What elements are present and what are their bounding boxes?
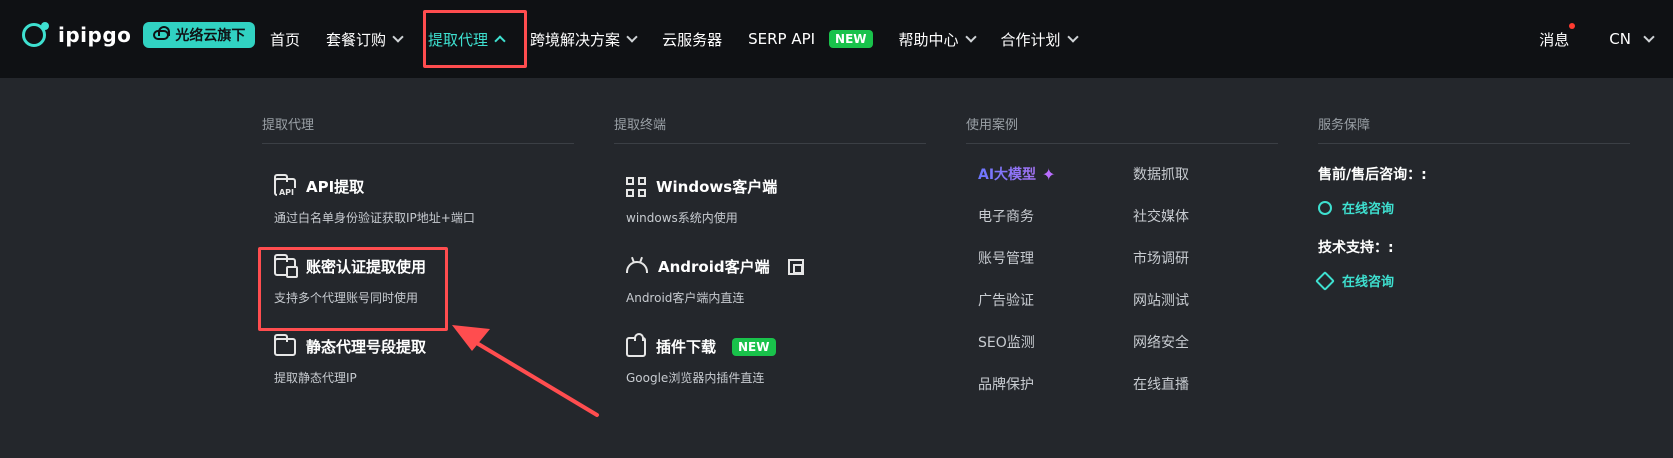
presales-consult-link[interactable]: 在线咨询 xyxy=(1318,198,1630,217)
use-case-ecommerce[interactable]: 电子商务 xyxy=(978,206,1133,226)
main-nav: 首页 套餐订购 提取代理 跨境解决方案 云服务器 SERP API NEW 帮助… xyxy=(270,0,1103,78)
use-case-ad-verify[interactable]: 广告验证 xyxy=(978,290,1133,310)
menu-col-support: 服务保障 售前/售后咨询：: 在线咨询 技术支持：: 在线咨询 xyxy=(1315,114,1630,291)
chevron-down-icon xyxy=(964,31,977,43)
item-title: Android客户端 xyxy=(658,258,770,276)
item-desc: windows系统内使用 xyxy=(626,211,738,225)
nav-serp-api-label: SERP API xyxy=(748,30,816,48)
menu-item-api-extract[interactable]: API API提取 通过白名单身份验证获取IP地址+端口 xyxy=(262,173,574,226)
nav-home[interactable]: 首页 xyxy=(270,0,300,78)
nav-partner-plan[interactable]: 合作计划 xyxy=(1000,0,1079,78)
highlight-box-nav xyxy=(423,10,527,68)
use-case-seo[interactable]: SEO监测 xyxy=(978,332,1133,352)
item-title-row: API API提取 xyxy=(274,173,574,197)
use-case-label: AI大模型 xyxy=(978,167,1037,183)
language-selector[interactable]: CN xyxy=(1609,30,1655,48)
nav-cross-border[interactable]: 跨境解决方案 xyxy=(530,0,638,78)
folder-static-icon xyxy=(274,333,296,356)
logo-circle-icon xyxy=(22,22,49,47)
brand-logo[interactable]: ipipgo 光络云旗下 xyxy=(22,22,256,48)
tech-consult-link[interactable]: 在线咨询 xyxy=(1315,270,1630,291)
nav-plans-label: 套餐订购 xyxy=(326,30,387,49)
nav-home-label: 首页 xyxy=(270,30,301,49)
item-desc: Android客户端内直连 xyxy=(626,291,745,305)
item-title-row: Android客户端 xyxy=(626,256,926,277)
menu-item-windows-client[interactable]: Windows客户端 windows系统内使用 xyxy=(614,176,926,226)
item-title: 静态代理号段提取 xyxy=(306,338,427,356)
col-title: 使用案例 xyxy=(966,114,1278,144)
android-icon xyxy=(626,260,648,273)
chevron-down-icon xyxy=(626,31,638,43)
cloud-icon xyxy=(153,26,171,40)
tech-label: 技术支持：: xyxy=(1318,240,1394,256)
item-title: 插件下载 xyxy=(656,338,717,356)
nav-cloud-server[interactable]: 云服务器 xyxy=(662,0,722,78)
highlight-box-account-auth xyxy=(258,247,448,331)
use-case-live[interactable]: 在线直播 xyxy=(1133,374,1288,394)
messages-link[interactable]: 消息 xyxy=(1539,22,1576,50)
col-title: 提取代理 xyxy=(262,114,574,144)
use-case-ai[interactable]: AI大模型 ✦ xyxy=(978,164,1133,184)
item-title-row: Windows客户端 xyxy=(626,176,926,197)
messages-label: 消息 xyxy=(1539,30,1570,49)
plugin-icon xyxy=(626,332,646,357)
menu-item-android-client[interactable]: Android客户端 Android客户端内直连 xyxy=(614,256,926,306)
nav-right: 消息 CN xyxy=(1539,0,1655,78)
tech-link-text: 在线咨询 xyxy=(1342,275,1395,290)
chevron-down-icon xyxy=(392,31,404,43)
chevron-down-icon xyxy=(1643,31,1655,43)
presales-label: 售前/售后咨询：: xyxy=(1318,167,1427,183)
col-title: 提取终端 xyxy=(614,114,926,144)
brand-badge: 光络云旗下 xyxy=(143,22,256,48)
new-badge: NEW xyxy=(732,337,776,356)
presales-link-text: 在线咨询 xyxy=(1342,202,1395,217)
folder-api-icon: API xyxy=(274,173,296,197)
notification-dot-icon xyxy=(1569,22,1576,29)
menu-col-terminals: 提取终端 Windows客户端 windows系统内使用 Android客户端 … xyxy=(614,114,926,386)
windows-icon xyxy=(626,176,646,197)
top-nav-bar: ipipgo 光络云旗下 首页 套餐订购 提取代理 跨境解决方案 云服务器 SE… xyxy=(0,0,1673,78)
menu-col-use-cases: 使用案例 AI大模型 ✦ 数据抓取 电子商务 社交媒体 账号管理 市场调研 广告… xyxy=(966,114,1278,394)
item-title-row: 插件下载 NEW xyxy=(626,332,926,357)
use-case-security[interactable]: 网络安全 xyxy=(1133,332,1288,352)
new-badge: NEW xyxy=(829,30,873,48)
logo-mark: ipipgo xyxy=(22,22,132,47)
brand-badge-text: 光络云旗下 xyxy=(175,28,246,44)
menu-item-static-proxy[interactable]: 静态代理号段提取 提取静态代理IP xyxy=(262,333,574,386)
nav-cloud-server-label: 云服务器 xyxy=(662,30,723,49)
use-case-social[interactable]: 社交媒体 xyxy=(1133,206,1288,226)
item-title: API提取 xyxy=(306,178,365,196)
menu-item-plugin-download[interactable]: 插件下载 NEW Google浏览器内插件直连 xyxy=(614,332,926,386)
col-title: 服务保障 xyxy=(1318,114,1630,144)
chevron-down-icon xyxy=(1066,31,1079,43)
item-desc: 提取静态代理IP xyxy=(274,371,357,385)
use-case-market-research[interactable]: 市场调研 xyxy=(1133,248,1288,268)
item-title-row: 静态代理号段提取 xyxy=(274,333,574,357)
logo-text: ipipgo xyxy=(58,23,132,47)
nav-help-center[interactable]: 帮助中心 xyxy=(898,0,977,78)
tools-icon xyxy=(1315,270,1335,291)
language-label: CN xyxy=(1609,30,1631,48)
nav-serp-api[interactable]: SERP API NEW xyxy=(748,0,873,78)
use-case-grid: AI大模型 ✦ 数据抓取 电子商务 社交媒体 账号管理 市场调研 广告验证 网站… xyxy=(966,164,1278,394)
nav-help-center-label: 帮助中心 xyxy=(898,30,959,49)
item-desc: Google浏览器内插件直连 xyxy=(626,371,765,385)
nav-plans[interactable]: 套餐订购 xyxy=(326,0,404,78)
item-desc: 通过白名单身份验证获取IP地址+端口 xyxy=(274,211,475,225)
use-case-brand-protect[interactable]: 品牌保护 xyxy=(978,374,1133,394)
use-case-account-mgmt[interactable]: 账号管理 xyxy=(978,248,1133,268)
nav-partner-plan-label: 合作计划 xyxy=(1000,30,1061,49)
nav-cross-border-label: 跨境解决方案 xyxy=(530,30,621,49)
sparkle-icon: ✦ xyxy=(1042,164,1056,184)
headset-icon xyxy=(1318,200,1332,215)
use-case-site-test[interactable]: 网站测试 xyxy=(1133,290,1288,310)
use-case-data-scraping[interactable]: 数据抓取 xyxy=(1133,164,1288,184)
item-title: Windows客户端 xyxy=(656,178,778,196)
qr-icon[interactable] xyxy=(787,258,804,275)
